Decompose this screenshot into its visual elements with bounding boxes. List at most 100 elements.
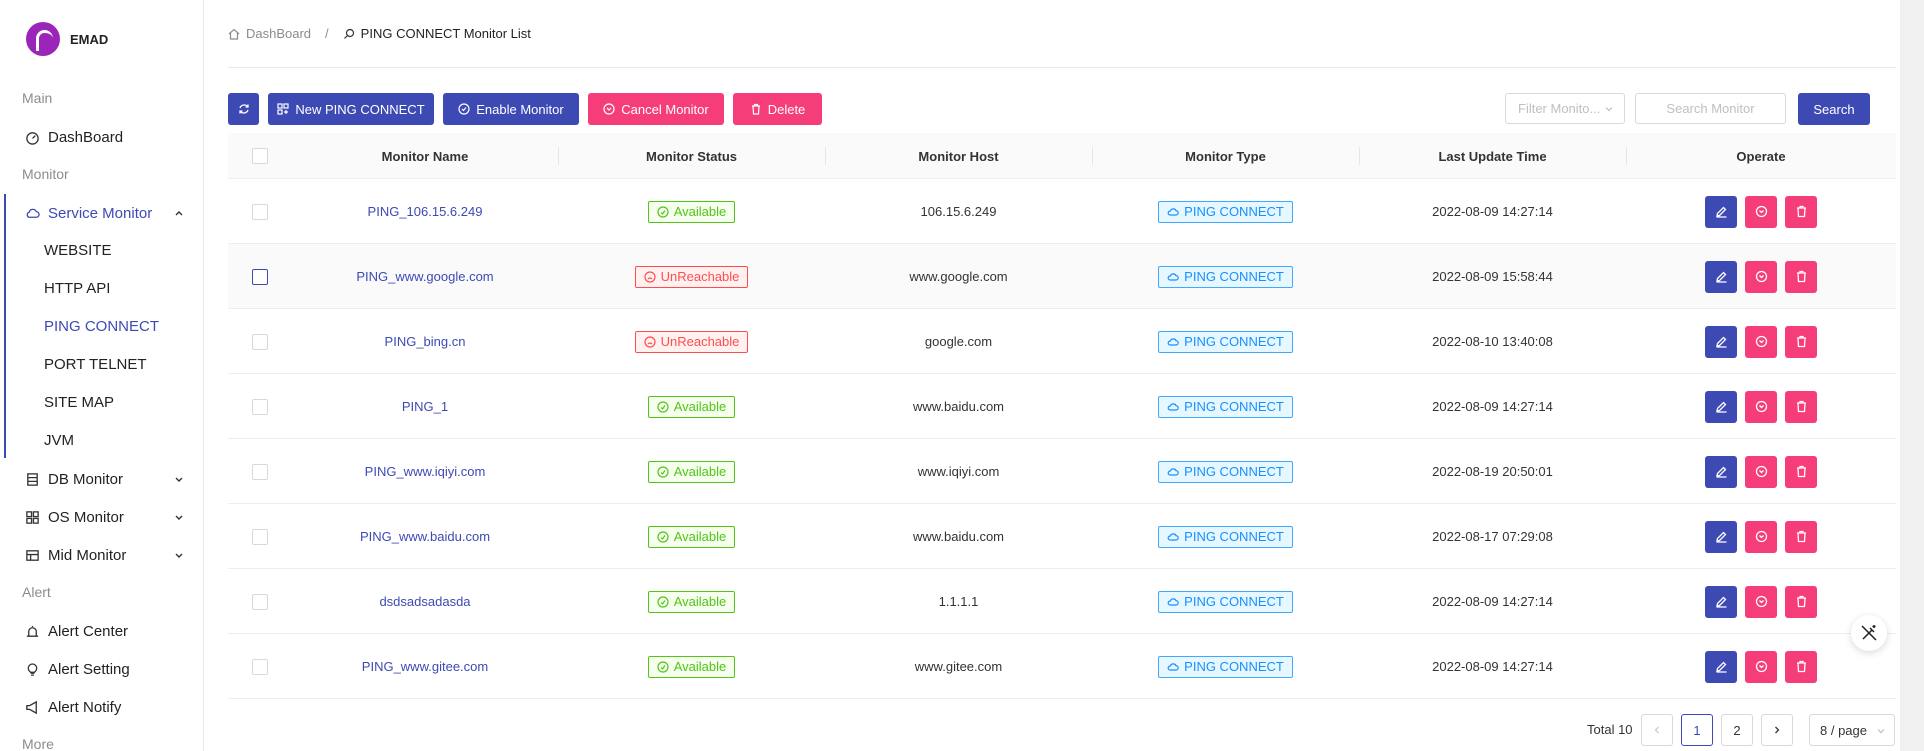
row-select-cell [228, 179, 292, 244]
sidebar-item-mid-monitor[interactable]: Mid Monitor [0, 536, 204, 574]
magic-wand-button[interactable] [1851, 615, 1887, 651]
last-update-time-cell: 2022-08-09 14:27:14 [1432, 594, 1553, 609]
nav-group-more: More [22, 736, 54, 751]
cancel-monitor-row-button[interactable] [1745, 520, 1777, 553]
edit-button[interactable] [1705, 195, 1737, 228]
header-last-update-time[interactable]: Last Update Time [1359, 133, 1626, 179]
header-monitor-status[interactable]: Monitor Status [558, 133, 825, 179]
edit-icon [1715, 595, 1728, 608]
monitor-name-link[interactable]: dsdsadsadasda [379, 594, 470, 609]
refresh-button[interactable] [228, 93, 259, 125]
monitor-name-link[interactable]: PING_www.gitee.com [362, 659, 488, 674]
database-icon [24, 471, 40, 487]
edit-button[interactable] [1705, 455, 1737, 488]
prev-page-button[interactable] [1641, 714, 1673, 746]
edit-button[interactable] [1705, 390, 1737, 423]
trash-icon [1795, 465, 1808, 478]
edit-button[interactable] [1705, 585, 1737, 618]
stop-circle-icon [1755, 530, 1768, 543]
header-monitor-name[interactable]: Monitor Name [292, 133, 558, 179]
operate-cell [1626, 244, 1896, 309]
row-checkbox[interactable] [252, 593, 268, 610]
cancel-monitor-button[interactable]: Cancel Monitor [588, 93, 724, 125]
sidebar-item-db-monitor[interactable]: DB Monitor [0, 460, 204, 498]
sidebar-item-alert-setting[interactable]: Alert Setting [0, 650, 204, 688]
delete-row-button[interactable] [1785, 455, 1817, 488]
row-checkbox[interactable] [252, 658, 268, 675]
chevron-left-icon [1654, 726, 1659, 734]
cancel-monitor-row-button[interactable] [1745, 390, 1777, 423]
search-input[interactable]: Search Monitor [1635, 93, 1786, 124]
search-button[interactable]: Search [1798, 93, 1870, 125]
header-monitor-type[interactable]: Monitor Type [1092, 133, 1359, 179]
table-row: dsdsadsadasda Available 1.1.1.1 PING CONNEC… [228, 569, 1896, 634]
row-checkbox[interactable] [252, 398, 268, 415]
sidebar-item-alert-notify[interactable]: Alert Notify [0, 688, 204, 726]
delete-row-button[interactable] [1785, 520, 1817, 553]
breadcrumb-current: PING CONNECT Monitor List [360, 26, 531, 41]
row-checkbox[interactable] [252, 528, 268, 545]
chevron-up-icon [175, 211, 183, 216]
delete-row-button[interactable] [1785, 585, 1817, 618]
row-checkbox[interactable] [252, 463, 268, 480]
breadcrumb-home[interactable]: DashBoard [246, 26, 311, 41]
monitor-name-link[interactable]: PING_106.15.6.249 [368, 204, 483, 219]
monitor-name-link[interactable]: PING_www.iqiyi.com [365, 464, 486, 479]
monitor-status-cell: Available [558, 569, 825, 634]
sidebar-item-service-monitor[interactable]: Service Monitor [0, 194, 204, 232]
delete-row-button[interactable] [1785, 195, 1817, 228]
monitor-name-link[interactable]: PING_bing.cn [385, 334, 466, 349]
row-checkbox[interactable] [252, 333, 268, 350]
sidebar-subitem-http-api[interactable]: HTTP API [44, 280, 110, 297]
select-all-checkbox[interactable] [252, 148, 268, 164]
edit-button[interactable] [1705, 520, 1737, 553]
edit-button[interactable] [1705, 325, 1737, 358]
sidebar-subitem-ping-connect[interactable]: PING CONNECT [44, 318, 159, 335]
operate-cell [1626, 309, 1896, 374]
app-logo[interactable]: EMAD [26, 22, 108, 56]
cancel-monitor-row-button[interactable] [1745, 650, 1777, 683]
page-1-button[interactable]: 1 [1681, 714, 1713, 746]
table-header: Monitor Name Monitor Status Monitor Host… [228, 133, 1896, 179]
delete-button[interactable]: Delete [733, 93, 822, 125]
enable-monitor-button[interactable]: Enable Monitor [443, 93, 579, 125]
table-row: PING_www.baidu.com Available www.baidu.com… [228, 504, 1896, 569]
sidebar-subitem-site-map[interactable]: SITE MAP [44, 394, 114, 411]
edit-button[interactable] [1705, 260, 1737, 293]
monitor-filter-select[interactable]: Filter Monito... [1505, 93, 1625, 124]
breadcrumb-separator: / [325, 26, 329, 41]
monitor-name-link[interactable]: PING_www.baidu.com [360, 529, 490, 544]
new-ping-connect-button[interactable]: New PING CONNECT [268, 93, 434, 125]
sidebar-subitem-jvm[interactable]: JVM [44, 432, 74, 449]
delete-row-button[interactable] [1785, 260, 1817, 293]
sidebar-item-dashboard[interactable]: DashBoard [0, 118, 204, 156]
header-monitor-host[interactable]: Monitor Host [825, 133, 1092, 179]
edit-button[interactable] [1705, 650, 1737, 683]
row-checkbox[interactable] [252, 203, 268, 220]
cancel-monitor-row-button[interactable] [1745, 455, 1777, 488]
page-2-button[interactable]: 2 [1721, 714, 1753, 746]
sidebar-subitem-website[interactable]: WEBSITE [44, 242, 112, 259]
chevron-down-icon [175, 515, 183, 520]
sidebar-subitem-port-telnet[interactable]: PORT TELNET [44, 356, 147, 373]
logo-icon [26, 22, 60, 56]
cancel-monitor-row-button[interactable] [1745, 585, 1777, 618]
page-size-select[interactable]: 8 / page [1809, 714, 1895, 746]
monitor-type-cell: PING CONNECT [1092, 374, 1359, 439]
next-page-button[interactable] [1761, 714, 1793, 746]
delete-label: Delete [767, 101, 806, 117]
last-update-time-cell: 2022-08-09 14:27:14 [1432, 659, 1553, 674]
monitor-name-link[interactable]: PING_www.google.com [356, 269, 493, 284]
monitor-name-link[interactable]: PING_1 [402, 399, 448, 414]
sidebar-item-alert-center[interactable]: Alert Center [0, 612, 204, 650]
scrollbar-track[interactable] [1900, 0, 1924, 751]
row-checkbox[interactable] [252, 268, 268, 285]
sidebar-item-os-monitor[interactable]: OS Monitor [0, 498, 204, 536]
delete-row-button[interactable] [1785, 325, 1817, 358]
cancel-monitor-row-button[interactable] [1745, 260, 1777, 293]
delete-row-button[interactable] [1785, 650, 1817, 683]
edit-icon [1715, 465, 1728, 478]
cancel-monitor-row-button[interactable] [1745, 325, 1777, 358]
delete-row-button[interactable] [1785, 390, 1817, 423]
cancel-monitor-row-button[interactable] [1745, 195, 1777, 228]
